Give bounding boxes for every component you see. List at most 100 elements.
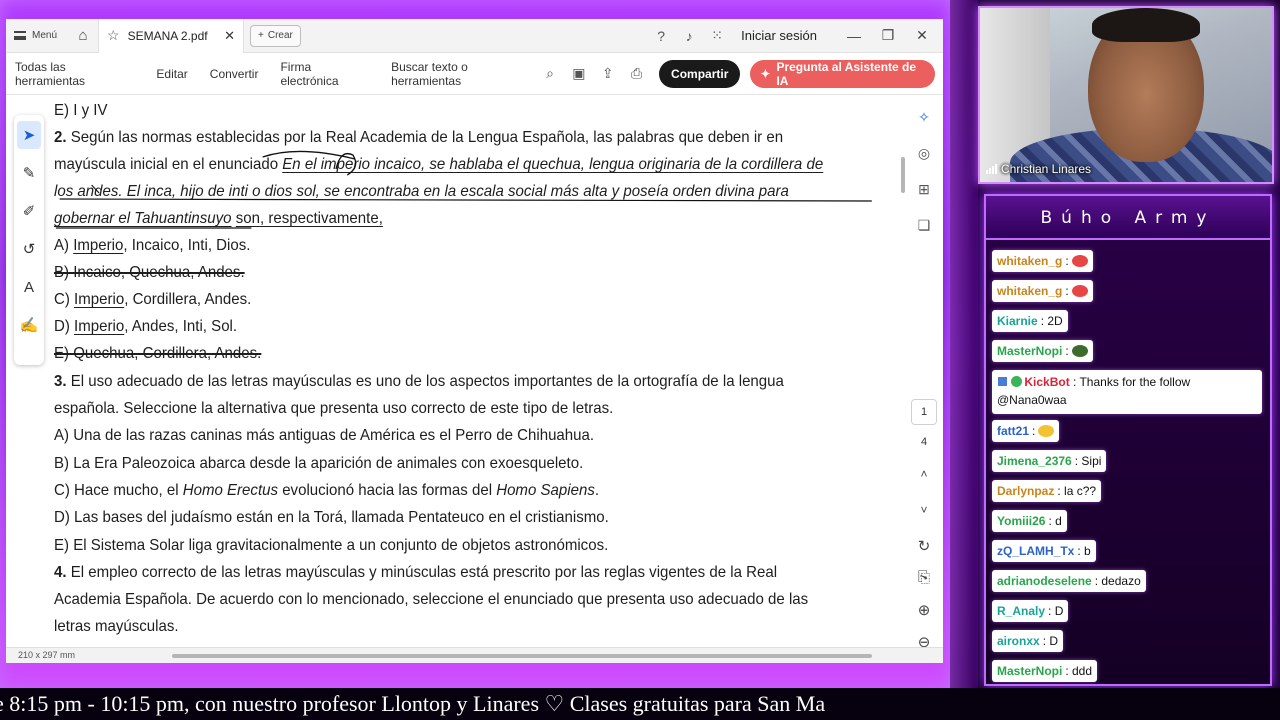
chat-message: KickBot : Thanks for the follow @Nana0wa… [992,370,1262,414]
close-window-icon[interactable]: ✕ [911,27,933,44]
chevron-up-icon[interactable]: ˄ [920,459,927,489]
page-navigator: 1 4 ˄ ˅ [909,399,939,525]
ticker-text: e 8:15 pm - 10:15 pm, con nuestro profes… [0,691,826,716]
chat-message: whitaken_g : [992,250,1093,272]
ai-sparkle-icon: ✦ [760,66,771,81]
news-ticker: e 8:15 pm - 10:15 pm, con nuestro profes… [0,688,1280,720]
vertical-scrollbar[interactable] [901,157,905,193]
chat-panel: Búho Army whitaken_g : whitaken_g : Kiarni… [984,194,1272,686]
doc-text: evolucionó hacia las formas del [278,482,497,499]
option-line: D) Las bases del judaísmo están en la To… [54,508,609,528]
menu-button[interactable]: Menú [6,30,68,41]
chat-username[interactable]: Kiarnie [997,310,1038,332]
horizontal-scrollbar[interactable] [172,654,872,658]
chat-text: : [1065,284,1069,298]
chat-message: whitaken_g : [992,280,1093,302]
chat-username[interactable]: adrianodeselene [997,570,1092,592]
sign-icon[interactable]: ✍ [17,311,41,339]
ink-tick [91,184,100,194]
chat-title: Búho Army [986,196,1270,240]
doc-line: letras mayúsculas. [54,617,179,637]
convert-link[interactable]: Convertir [210,67,259,81]
all-tools-link[interactable]: Todas las herramientas [15,60,134,88]
create-button[interactable]: + Crear [250,24,301,47]
save-file-icon[interactable]: ⎘ [918,569,930,589]
search-tools-input[interactable]: Buscar texto o herramientas [391,60,535,88]
star-icon[interactable]: ☆ [107,27,120,44]
emote-icon [1071,255,1088,267]
chat-username[interactable]: MasterNopi [997,660,1062,682]
chat-username[interactable]: Darlynpaz [997,480,1054,502]
current-page-field[interactable]: 1 [911,399,937,425]
view-tools: ↻ ⎘ ⊕ ⊖ [911,537,937,653]
sign-in-link[interactable]: Iniciar sesión [741,28,817,43]
chat-username[interactable]: KickBot [1024,375,1069,389]
chat-message: R_Analy : D [992,600,1069,622]
copy-pages-icon[interactable]: ❏ [918,217,931,239]
edit-link[interactable]: Editar [156,67,187,81]
comments-panel-icon[interactable]: ◎ [918,145,930,167]
chat-text: : 2D [1040,314,1063,328]
search-icon[interactable]: ⌕ [536,65,565,82]
option-line: A) Una de las razas caninas más antiguas… [54,426,594,446]
chat-username[interactable]: zQ_LAMH_Tx [997,540,1074,562]
ai-assistant-label: Pregunta al Asistente de IA [776,59,917,88]
home-icon[interactable]: ⌂ [68,27,98,44]
emote-icon [1038,425,1055,437]
chat-username[interactable]: whitaken_g [997,250,1062,272]
ai-summary-icon[interactable]: ✧ [918,109,930,131]
highlight-pen-icon[interactable]: ✐ [17,197,41,225]
zoom-in-icon[interactable]: ⊕ [918,601,931,621]
chat-username[interactable]: Yomiii26 [997,510,1045,532]
upload-cloud-icon[interactable]: ⇪ [593,65,622,82]
close-tab-icon[interactable]: ✕ [224,28,235,44]
print-icon[interactable]: ⎙ [622,65,651,82]
menu-label: Menú [32,30,58,41]
chat-username[interactable]: fatt21 [997,420,1029,442]
apps-grid-icon[interactable]: ⁙ [709,27,725,44]
doc-text: El empleo correcto de las letras mayúscu… [70,564,778,581]
chat-username[interactable]: R_Analy [997,600,1045,622]
share-button[interactable]: Compartir [659,59,741,88]
draw-lasso-icon[interactable]: ↺ [17,235,41,263]
bookmark-icon[interactable]: ⊞ [918,181,930,203]
refresh-icon[interactable]: ↻ [918,537,931,557]
help-icon[interactable]: ? [653,28,669,44]
chat-username[interactable]: aironxx [997,630,1040,652]
question-number: 4. [54,564,67,581]
webcam-person-hair [1092,8,1200,42]
save-icon[interactable]: ▣ [564,65,593,82]
chat-text: : [1032,424,1036,438]
option-line: C) Hace mucho, el Homo Erectus evolucion… [54,481,599,501]
document-tab[interactable]: ☆ SEMANA 2.pdf ✕ [98,19,244,53]
chat-message: Yomiii26 : d [992,510,1067,532]
webcam-frame: Christian Linares [978,6,1274,184]
text-box-icon[interactable]: A [17,273,41,301]
chat-username[interactable]: whitaken_g [997,280,1062,302]
frame-glow [950,0,978,688]
doc-text: B) La Era Paleozoica abarca desde la apa… [54,455,584,472]
doc-text: . [594,482,600,499]
ai-assistant-button[interactable]: ✦ Pregunta al Asistente de IA [750,59,935,88]
chat-username[interactable]: MasterNopi [997,340,1062,362]
bell-icon[interactable]: ♪ [681,28,697,44]
main-toolbar: Todas las herramientas Editar Convertir … [6,53,943,95]
doc-text: A) Una de las razas caninas más antiguas… [54,427,595,444]
pdf-page: E) I y IV 2. Según las normas establecid… [54,97,872,647]
minimize-icon[interactable]: — [843,28,865,44]
page-size: 210 x 297 mm [18,650,76,660]
esign-link[interactable]: Firma electrónica [280,60,369,88]
chat-text: : D [1048,604,1064,618]
chevron-down-icon[interactable]: ˅ [920,495,927,525]
chat-username[interactable]: Jimena_2376 [997,450,1072,472]
restore-icon[interactable]: ❐ [877,27,899,44]
comment-icon[interactable]: ✎ [17,159,41,187]
chat-text: : D [1042,634,1059,648]
chat-text: : ddd [1065,664,1093,678]
chat-message: adrianodeselene : dedazo [992,570,1146,592]
quick-tools-rail: ➤ ✎ ✐ ↺ A ✍ [14,115,44,365]
select-cursor-icon[interactable]: ➤ [17,121,41,149]
verified-badge-icon [1011,376,1023,387]
chat-text: : dedazo [1094,574,1141,588]
doc-italic-text: Homo Sapiens [496,482,595,499]
